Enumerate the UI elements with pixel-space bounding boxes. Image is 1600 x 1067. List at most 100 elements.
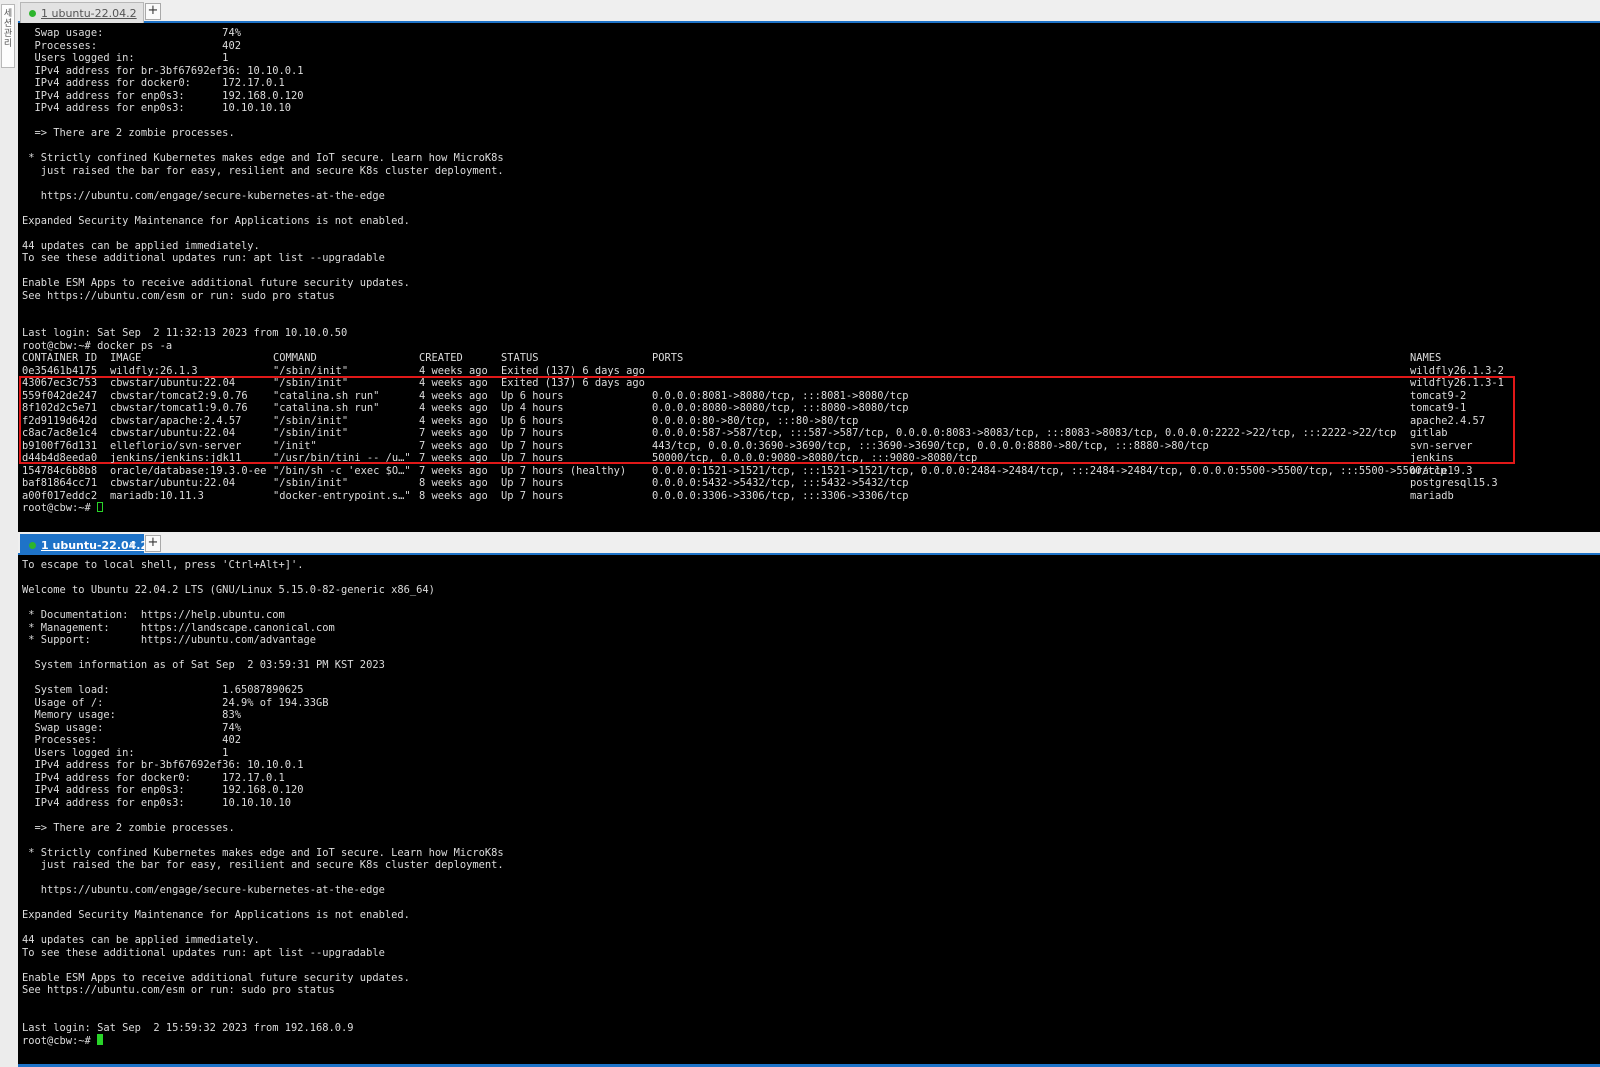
terminal-line: Processes: 402 bbox=[22, 734, 241, 746]
session-manager-label: 세션관리 bbox=[3, 9, 13, 49]
docker-cell: "/sbin/init" bbox=[273, 377, 349, 389]
docker-cell: "/usr/bin/tini -- /u…" bbox=[273, 452, 411, 464]
docker-cell: b9100f76d131 bbox=[22, 439, 98, 452]
docker-cell: apache2.4.57 bbox=[1410, 414, 1486, 427]
docker-cell: 0e35461b4175 bbox=[22, 364, 98, 377]
docker-cell: Exited (137) 6 days ago bbox=[501, 377, 645, 389]
terminal-output-top[interactable]: Swap usage: 74% Processes: 402 Users log… bbox=[18, 23, 1600, 532]
docker-cell: 0.0.0.0:587->587/tcp, :::587->587/tcp, 0… bbox=[652, 427, 1397, 439]
docker-cell: Up 7 hours bbox=[501, 439, 564, 452]
new-tab-button-bottom[interactable]: + bbox=[145, 535, 161, 552]
docker-cell: "/init" bbox=[273, 439, 317, 452]
docker-cell: 0.0.0.0:80->80/tcp, :::80->80/tcp bbox=[652, 414, 859, 427]
docker-cell: wildfly26.1.3-1 bbox=[1410, 377, 1504, 389]
docker-cell: tomcat9-1 bbox=[1410, 402, 1467, 414]
terminal-line: Processes: 402 bbox=[22, 39, 241, 52]
close-icon[interactable]: × bbox=[129, 535, 137, 556]
docker-cell: mariadb bbox=[1410, 489, 1454, 502]
terminal-pane-top: 1 ubuntu-22.04.2 + Swap usage: 74% Proce… bbox=[18, 0, 1600, 532]
terminal-line: Enable ESM Apps to receive additional fu… bbox=[22, 277, 410, 289]
tab-bar-top: 1 ubuntu-22.04.2 + bbox=[18, 0, 1600, 23]
terminal-output-bottom[interactable]: To escape to local shell, press 'Ctrl+Al… bbox=[18, 555, 1600, 1067]
docker-cell: a00f017eddc2 bbox=[22, 489, 98, 502]
docker-cell: 4 weeks ago bbox=[419, 414, 488, 427]
docker-cell: Up 7 hours (healthy) bbox=[501, 464, 627, 477]
terminal-line: System information as of Sat Sep 2 03:59… bbox=[22, 659, 385, 671]
docker-cell: 559f042de247 bbox=[22, 389, 98, 402]
terminal-line: * Support: https://ubuntu.com/advantage bbox=[22, 634, 317, 646]
docker-cell: jenkins/jenkins:jdk11 bbox=[110, 452, 242, 464]
docker-cell: oracle19.3 bbox=[1410, 464, 1473, 477]
terminal-line: IPv4 address for docker0: 172.17.0.1 bbox=[22, 771, 285, 784]
docker-column-header: STATUS bbox=[501, 352, 539, 364]
session-manager-strip: 세션관리 bbox=[0, 0, 19, 1067]
terminal-line: IPv4 address for enp0s3: 192.168.0.120 bbox=[22, 784, 304, 796]
docker-cell: tomcat9-2 bbox=[1410, 389, 1467, 402]
docker-cell: mariadb:10.11.3 bbox=[110, 489, 204, 502]
docker-cell: cbwstar/tomcat2:9.0.76 bbox=[110, 389, 248, 402]
terminal-line: To escape to local shell, press 'Ctrl+Al… bbox=[22, 559, 304, 571]
terminal-line: Swap usage: 74% bbox=[22, 27, 241, 39]
connected-dot-icon bbox=[29, 10, 36, 17]
docker-cell: "catalina.sh run" bbox=[273, 402, 380, 414]
shell-prompt-top[interactable]: root@cbw:~# bbox=[22, 502, 104, 515]
session-tab-top[interactable]: 1 ubuntu-22.04.2 bbox=[20, 2, 144, 23]
docker-cell: 7 weeks ago bbox=[419, 427, 488, 439]
docker-cell: Up 6 hours bbox=[501, 414, 564, 427]
docker-cell: "/sbin/init" bbox=[273, 427, 349, 439]
docker-cell: c8ac7ac8e1c4 bbox=[22, 427, 98, 439]
session-manager-tab[interactable]: 세션관리 bbox=[1, 4, 15, 68]
docker-cell: 8 weeks ago bbox=[419, 477, 488, 489]
docker-cell: "catalina.sh run" bbox=[273, 389, 380, 402]
docker-cell: d44b4d8eeda0 bbox=[22, 452, 98, 464]
docker-column-header: IMAGE bbox=[110, 352, 142, 364]
terminal-line: Enable ESM Apps to receive additional fu… bbox=[22, 971, 410, 984]
docker-cell: cbwstar/ubuntu:22.04 bbox=[110, 427, 236, 439]
session-tab-title: 1 ubuntu-22.04.2 bbox=[41, 7, 137, 20]
cursor-icon bbox=[97, 1034, 104, 1045]
terminal-line: => There are 2 zombie processes. bbox=[22, 127, 235, 139]
terminal-line: * Strictly confined Kubernetes makes edg… bbox=[22, 846, 504, 859]
docker-cell: elleflorio/svn-server bbox=[110, 439, 242, 452]
shell-prompt-bottom[interactable]: root@cbw:~# bbox=[22, 1034, 104, 1048]
docker-cell: 154784c6b8b8 bbox=[22, 464, 98, 477]
docker-cell: Up 4 hours bbox=[501, 402, 564, 414]
terminal-line: Users logged in: 1 bbox=[22, 746, 229, 759]
docker-cell: 8 weeks ago bbox=[419, 489, 488, 502]
docker-cell: "/sbin/init" bbox=[273, 477, 349, 489]
terminal-line: IPv4 address for enp0s3: 192.168.0.120 bbox=[22, 89, 304, 102]
docker-cell: Up 6 hours bbox=[501, 389, 564, 402]
terminal-line: See https://ubuntu.com/esm or run: sudo … bbox=[22, 984, 335, 996]
docker-cell: 0.0.0.0:5432->5432/tcp, :::5432->5432/tc… bbox=[652, 477, 909, 489]
docker-column-header: CREATED bbox=[419, 352, 463, 364]
terminal-line: Swap usage: 74% bbox=[22, 721, 241, 734]
docker-cell: 7 weeks ago bbox=[419, 464, 488, 477]
docker-cell: "/bin/sh -c 'exec $O…" bbox=[273, 464, 411, 477]
docker-cell: cbwstar/apache:2.4.57 bbox=[110, 414, 242, 427]
terminal-line: just raised the bar for easy, resilient … bbox=[22, 164, 504, 177]
terminal-line: Welcome to Ubuntu 22.04.2 LTS (GNU/Linux… bbox=[22, 584, 435, 596]
session-tab-bottom[interactable]: 1 ubuntu-22.04.2 × bbox=[20, 534, 148, 556]
docker-cell: 4 weeks ago bbox=[419, 364, 488, 377]
docker-cell: Up 7 hours bbox=[501, 477, 564, 489]
docker-cell: postgresql15.3 bbox=[1410, 477, 1498, 489]
docker-cell: "/sbin/init" bbox=[273, 364, 349, 377]
terminal-pane-bottom: 1 ubuntu-22.04.2 × + To escape to local … bbox=[18, 532, 1600, 1067]
docker-cell: baf81864cc71 bbox=[22, 477, 98, 489]
terminal-line: Expanded Security Maintenance for Applic… bbox=[22, 214, 410, 227]
terminal-line: just raised the bar for easy, resilient … bbox=[22, 859, 504, 871]
docker-cell: 7 weeks ago bbox=[419, 439, 488, 452]
terminal-line: * Management: https://landscape.canonica… bbox=[22, 621, 335, 634]
terminal-line: IPv4 address for docker0: 172.17.0.1 bbox=[22, 77, 285, 89]
docker-cell: 4 weeks ago bbox=[419, 389, 488, 402]
docker-cell: wildfly26.1.3-2 bbox=[1410, 364, 1504, 377]
terminal-line: Last login: Sat Sep 2 11:32:13 2023 from… bbox=[22, 327, 348, 339]
docker-cell: cbwstar/ubuntu:22.04 bbox=[110, 377, 236, 389]
terminal-line: IPv4 address for br-3bf67692ef36: 10.10.… bbox=[22, 64, 304, 77]
terminal-line: * Strictly confined Kubernetes makes edg… bbox=[22, 152, 504, 164]
terminal-line: To see these additional updates run: apt… bbox=[22, 252, 385, 264]
prompt-text: root@cbw:~# bbox=[22, 502, 98, 514]
terminal-line: See https://ubuntu.com/esm or run: sudo … bbox=[22, 289, 335, 302]
new-tab-button-top[interactable]: + bbox=[145, 3, 161, 20]
terminal-line: root@cbw:~# docker ps -a bbox=[22, 339, 173, 352]
